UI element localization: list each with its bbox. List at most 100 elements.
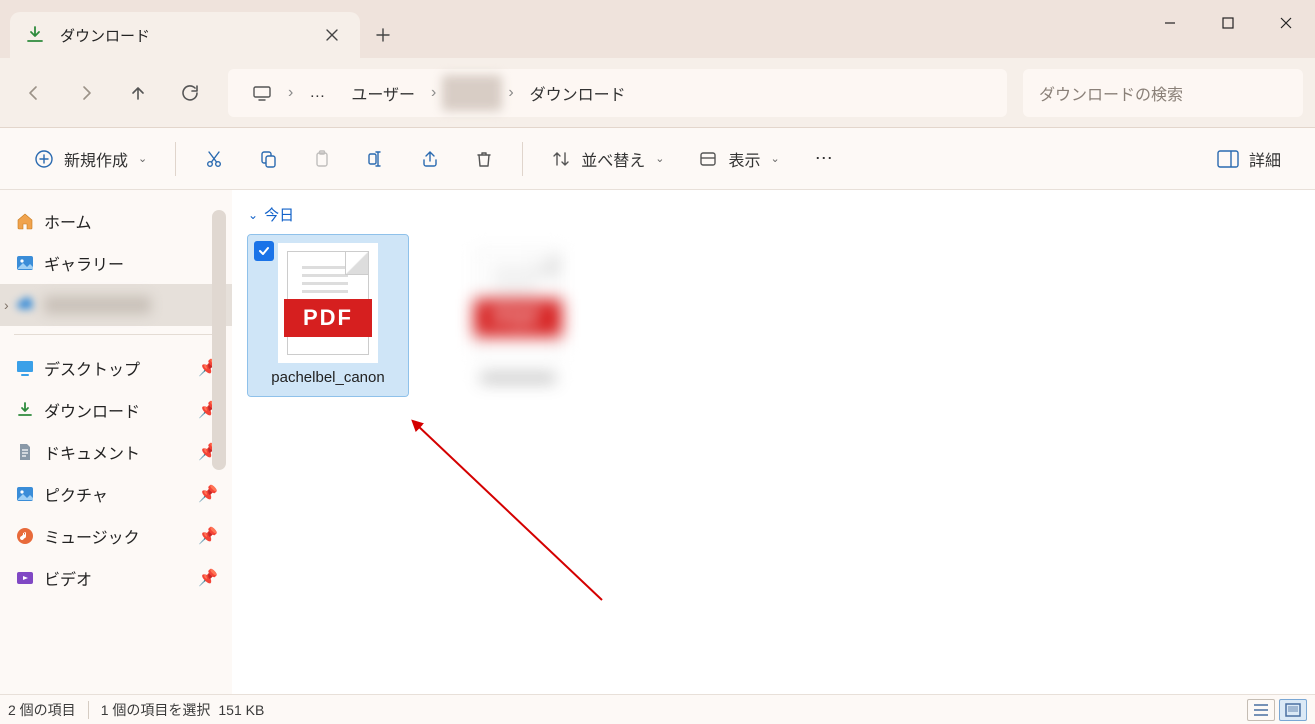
details-pane-button[interactable]: 詳細 [1203,138,1295,180]
sort-button[interactable]: 並べ替え ⌄ [537,138,678,180]
search-input[interactable]: ダウンロードの検索 [1023,69,1303,117]
chevron-down-icon: ⌄ [138,152,147,165]
breadcrumb-username-redacted[interactable]: xxxxx [442,75,502,111]
sidebar-item-pictures[interactable]: ピクチャ 📌 [0,473,232,515]
chevron-down-icon: ⌄ [248,208,258,222]
pin-icon: 📌 [198,526,218,546]
status-selection: 1 個の項目を選択 [101,700,211,720]
desktop-icon [14,357,36,379]
file-name: pachelbel_canon [271,369,384,386]
sidebar-item-videos[interactable]: ビデオ 📌 [0,557,232,599]
new-button-label: 新規作成 [64,147,128,171]
window-controls [1141,0,1315,46]
sidebar-scrollbar[interactable] [212,210,226,470]
sidebar-item-gallery[interactable]: ギャラリー [0,242,232,284]
file-type-badge: PDF [284,299,372,337]
status-item-count: 2 個の項目 [8,700,76,720]
tab-title: ダウンロード [60,25,304,46]
new-button[interactable]: 新規作成 ⌄ [20,138,161,180]
download-icon [24,24,46,46]
group-header-today[interactable]: ⌄ 今日 [240,204,1307,225]
sidebar-item-label: ミュージック [44,524,140,548]
cloud-icon [14,294,36,316]
paste-button[interactable] [298,138,346,180]
pictures-icon [14,483,36,505]
chevron-down-icon: ⌄ [655,152,664,165]
title-bar: ダウンロード [0,0,1315,58]
rename-button[interactable] [352,138,400,180]
divider [14,334,218,335]
breadcrumb-bar[interactable]: › … ユーザー › xxxxx › ダウンロード [228,69,1007,117]
tab-downloads[interactable]: ダウンロード [10,12,360,58]
delete-button[interactable] [460,138,508,180]
address-bar-row: › … ユーザー › xxxxx › ダウンロード ダウンロードの検索 [0,58,1315,128]
file-item-redacted[interactable]: PDF xxxxxxxxxx [438,235,598,396]
pdf-file-icon: PDF [278,243,378,363]
video-icon [14,567,36,589]
selection-check-icon[interactable] [254,241,274,261]
view-thumbnails-toggle[interactable] [1279,699,1307,721]
sidebar-item-label: ギャラリー [44,251,124,275]
breadcrumb-users[interactable]: ユーザー [341,75,425,111]
status-bar: 2 個の項目 1 個の項目を選択 151 KB [0,694,1315,724]
sidebar-item-desktop[interactable]: デスクトップ 📌 [0,347,232,389]
chevron-right-icon: › [431,84,436,102]
maximize-button[interactable] [1199,0,1257,46]
sidebar-item-documents[interactable]: ドキュメント 📌 [0,431,232,473]
annotation-arrow [402,410,622,610]
forward-button[interactable] [64,71,108,115]
gallery-icon [14,252,36,274]
search-placeholder: ダウンロードの検索 [1039,81,1183,105]
main-area: ホーム ギャラリー XXXXXXXXXX デスクトップ 📌 ダウンロード 📌 [0,190,1315,694]
chevron-right-icon: › [508,84,513,102]
document-icon [14,441,36,463]
divider [522,142,523,176]
view-details-toggle[interactable] [1247,699,1275,721]
group-label: 今日 [264,204,294,225]
pin-icon: 📌 [198,568,218,588]
file-name: xxxxxxxxxx [481,369,556,386]
chevron-right-icon: › [288,84,293,102]
file-item-selected[interactable]: PDF pachelbel_canon [248,235,408,396]
divider [175,142,176,176]
command-bar: 新規作成 ⌄ 並べ替え ⌄ 表示 ⌄ ⋯ 詳細 [0,128,1315,190]
refresh-button[interactable] [168,71,212,115]
details-button-label: 詳細 [1249,147,1281,171]
status-size: 151 KB [218,702,264,718]
sidebar-item-label: XXXXXXXXXX [44,296,151,314]
navigation-pane: ホーム ギャラリー XXXXXXXXXX デスクトップ 📌 ダウンロード 📌 [0,190,232,694]
sidebar-item-label: ビデオ [44,566,92,590]
close-window-button[interactable] [1257,0,1315,46]
sidebar-item-label: ダウンロード [44,398,140,422]
cut-button[interactable] [190,138,238,180]
sidebar-item-label: ドキュメント [44,440,140,464]
pdf-file-icon: PDF [468,243,568,363]
sidebar-item-downloads[interactable]: ダウンロード 📌 [0,389,232,431]
new-tab-button[interactable] [360,12,406,58]
share-button[interactable] [406,138,454,180]
sidebar-item-user-redacted[interactable]: XXXXXXXXXX [0,284,232,326]
view-button-label: 表示 [728,147,760,171]
breadcrumb-more-icon[interactable]: … [299,75,335,111]
chevron-down-icon: ⌄ [770,152,779,165]
breadcrumb-pc-icon[interactable] [242,75,282,111]
more-button[interactable]: ⋯ [800,138,848,180]
divider [88,701,89,719]
sidebar-item-label: ピクチャ [44,482,108,506]
view-button[interactable]: 表示 ⌄ [684,138,793,180]
back-button[interactable] [12,71,56,115]
sidebar-item-label: ホーム [44,209,92,233]
pin-icon: 📌 [198,484,218,504]
up-button[interactable] [116,71,160,115]
file-list-area[interactable]: ⌄ 今日 PDF pachelbel_canon PDF [232,190,1315,694]
home-icon [14,210,36,232]
tab-close-button[interactable] [318,21,346,49]
music-icon [14,525,36,547]
download-icon [14,399,36,421]
sidebar-item-label: デスクトップ [44,356,140,380]
breadcrumb-current[interactable]: ダウンロード [520,75,636,111]
sidebar-item-home[interactable]: ホーム [0,200,232,242]
minimize-button[interactable] [1141,0,1199,46]
copy-button[interactable] [244,138,292,180]
sidebar-item-music[interactable]: ミュージック 📌 [0,515,232,557]
